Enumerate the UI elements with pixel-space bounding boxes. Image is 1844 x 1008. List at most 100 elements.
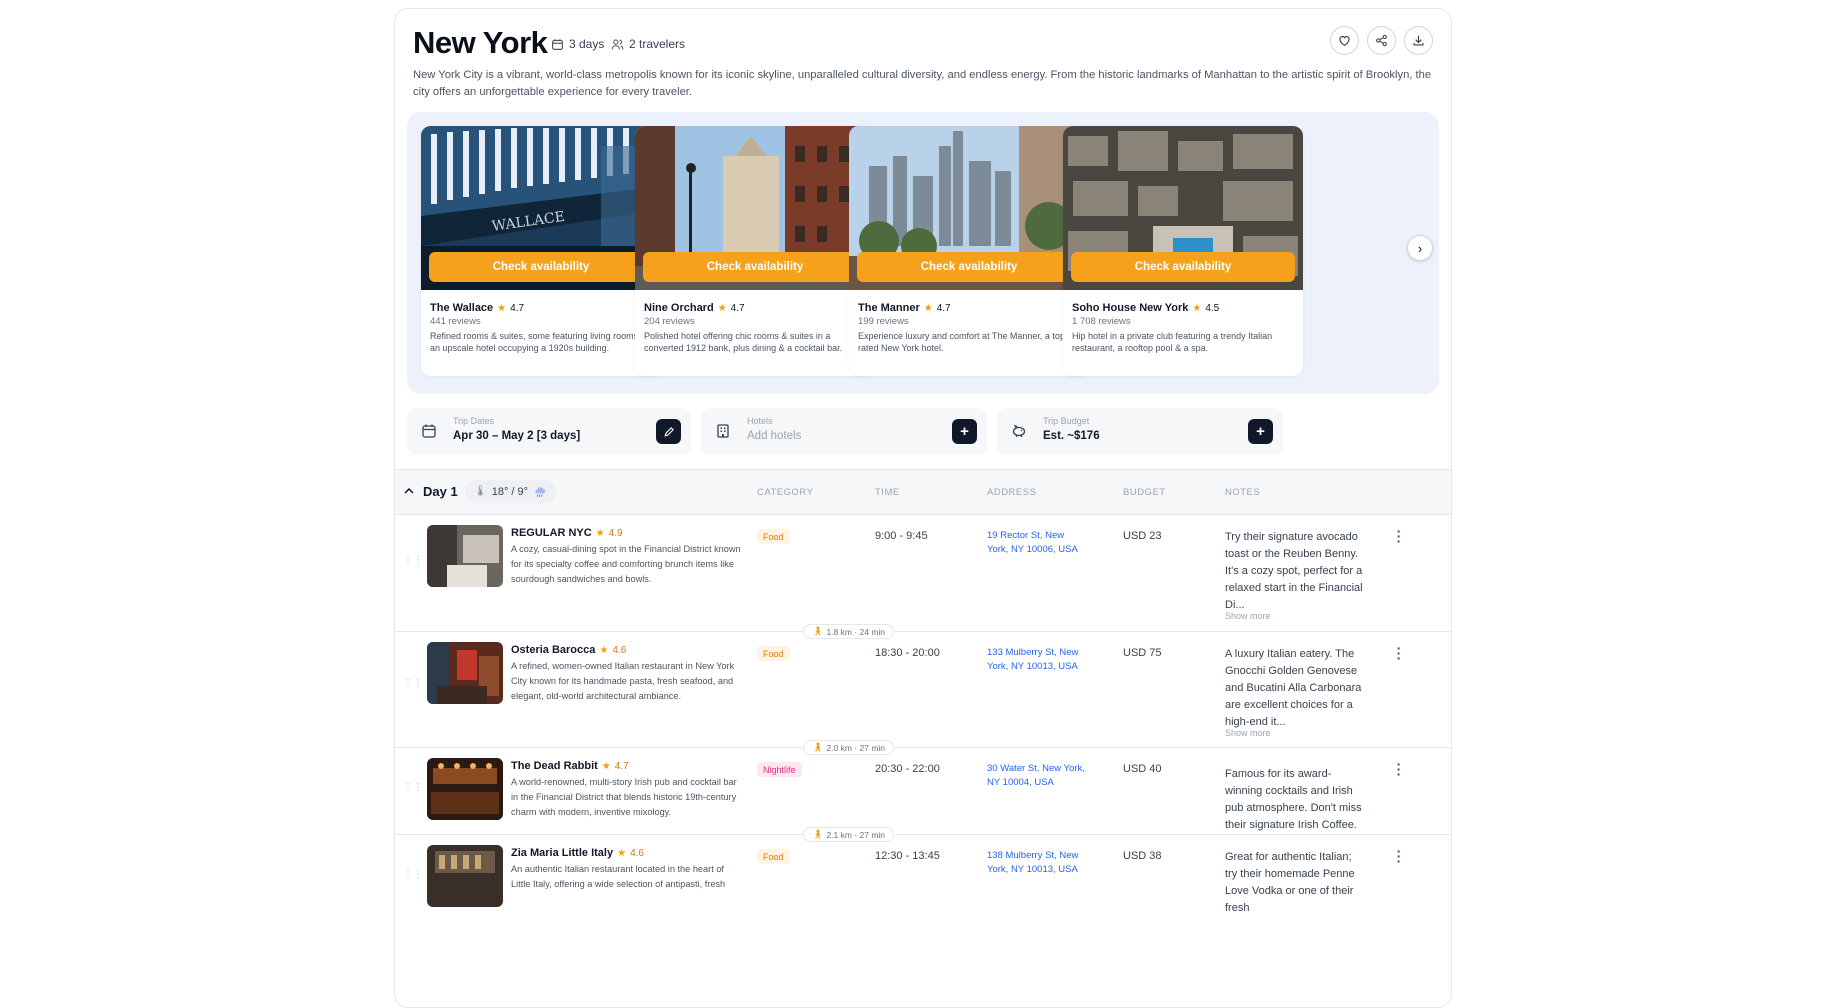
activity-time[interactable]: 18:30 - 20:00: [875, 647, 940, 659]
hotel-card[interactable]: Check availability Nine Orchard ★ 4.7 204 …: [635, 126, 875, 376]
activity-rating: 4.6: [630, 847, 644, 859]
hotels-label: Hotels: [747, 416, 773, 426]
activity-time[interactable]: 12:30 - 13:45: [875, 850, 940, 862]
hotels-box[interactable]: Hotels Add hotels +: [701, 408, 987, 455]
activity-address-link[interactable]: 19 Rector St, New York, NY 10006, USA: [987, 529, 1087, 557]
activity-notes: Famous for its award-winning cocktails a…: [1225, 768, 1362, 831]
hotel-reviews: 441 reviews: [430, 316, 481, 327]
building-icon: [717, 424, 729, 438]
plus-icon: +: [1256, 423, 1265, 440]
hotel-card[interactable]: Check availability The Manner ★ 4.7 199 re…: [849, 126, 1089, 376]
carousel-next-button[interactable]: ›: [1407, 235, 1433, 261]
table-row[interactable]: ⋮⋮ Zia Maria Little Italy ★ 4.6 An authent…: [395, 835, 1451, 955]
activity-name: REGULAR NYC ★ 4.9: [511, 527, 623, 539]
edit-dates-button[interactable]: [656, 419, 681, 444]
activity-time[interactable]: 9:00 - 9:45: [875, 530, 928, 542]
activity-budget[interactable]: USD 38: [1123, 850, 1162, 862]
download-button[interactable]: [1404, 26, 1433, 55]
more-options-icon[interactable]: · · ·: [1395, 757, 1403, 781]
check-availability-button[interactable]: Check availability: [643, 252, 867, 282]
activity-description: An authentic Italian restaurant located …: [511, 864, 726, 889]
pencil-icon: [663, 426, 674, 437]
trip-days: 3 days: [551, 37, 604, 51]
activity-budget[interactable]: USD 23: [1123, 530, 1162, 542]
hotel-rating: 4.5: [1205, 302, 1220, 314]
activity-name-text: Zia Maria Little Italy: [511, 847, 614, 859]
more-options-icon[interactable]: · · ·: [1395, 524, 1403, 548]
share-button[interactable]: [1367, 26, 1396, 55]
more-options-icon[interactable]: · · ·: [1395, 641, 1403, 665]
show-more-link[interactable]: Show more: [1225, 611, 1271, 621]
hotel-rating: 4.7: [936, 302, 951, 314]
check-availability-button[interactable]: Check availability: [429, 252, 653, 282]
activity-photo: [427, 525, 503, 587]
plus-icon: +: [960, 423, 969, 440]
add-hotel-button[interactable]: +: [952, 419, 977, 444]
star-icon: ★: [595, 527, 605, 539]
day-header[interactable]: Day 1 🌡︎ 18° / 9° CATEGORY TIME ADDRESS …: [395, 469, 1451, 515]
activity-notes: A luxury Italian eatery. The Gnocchi Gol…: [1225, 648, 1362, 728]
chevron-right-icon: ›: [1417, 240, 1423, 256]
activity-rating: 4.7: [614, 760, 629, 772]
chevron-up-icon[interactable]: [403, 485, 415, 497]
hotel-description: Hip hotel in a private club featuring a …: [1072, 331, 1273, 353]
favorite-button[interactable]: [1330, 26, 1359, 55]
category-badge: Food: [757, 646, 790, 661]
hotel-name: Soho House New York ★ 4.5: [1072, 302, 1219, 314]
add-budget-button[interactable]: +: [1248, 419, 1273, 444]
drag-handle-icon[interactable]: ⋮⋮: [403, 870, 423, 880]
activity-name: Zia Maria Little Italy ★ 4.6: [511, 847, 644, 859]
star-icon: ★: [599, 644, 609, 656]
more-options-icon[interactable]: · · ·: [1395, 844, 1403, 868]
trip-travelers: 2 travelers: [611, 37, 685, 51]
show-more-link[interactable]: Show more: [1225, 728, 1271, 738]
drag-handle-icon[interactable]: ⋮⋮: [403, 679, 423, 689]
hotel-carousel: WALLACE Check availability The Wallace ★ 4…: [407, 112, 1439, 394]
column-header-address: ADDRESS: [987, 487, 1037, 498]
hotel-rating: 4.7: [510, 302, 525, 314]
heart-icon: [1339, 36, 1350, 47]
activity-address-link[interactable]: 133 Mulberry St, New York, NY 10013, USA: [987, 646, 1087, 674]
activity-notes: Try their signature avocado toast or the…: [1225, 531, 1363, 611]
activity-time[interactable]: 20:30 - 22:00: [875, 763, 940, 775]
star-icon: ★: [923, 302, 933, 314]
table-row[interactable]: ⋮⋮ REGULAR NYC ★ 4.9 A cozy, casual-dining…: [395, 515, 1451, 632]
check-availability-button[interactable]: Check availability: [1071, 252, 1295, 282]
activity-notes: Great for authentic Italian; try their h…: [1225, 851, 1355, 914]
activity-budget[interactable]: USD 75: [1123, 647, 1162, 659]
check-availability-button[interactable]: Check availability: [857, 252, 1081, 282]
weather-badge: 🌡︎ 18° / 9°: [465, 480, 557, 503]
table-row[interactable]: ⋮⋮ Osteria Barocca ★ 4.6 A refined, women-…: [395, 632, 1451, 748]
trip-dates-box[interactable]: Trip Dates Apr 30 – May 2 [3 days]: [407, 408, 691, 455]
trip-dates-label: Trip Dates: [453, 416, 495, 426]
hotel-reviews: 199 reviews: [858, 316, 909, 327]
activity-name: Osteria Barocca ★ 4.6: [511, 644, 626, 656]
hotel-card[interactable]: WALLACE Check availability The Wallace ★ 4…: [421, 126, 661, 376]
activity-address-link[interactable]: 30 Water St, New York, NY 10004, USA: [987, 762, 1087, 790]
star-icon: ★: [1192, 302, 1202, 314]
drag-handle-icon[interactable]: ⋮⋮: [403, 783, 423, 793]
table-row[interactable]: ⋮⋮ The Dead Rabbit ★ 4.7 A world-renowned,…: [395, 748, 1451, 835]
activity-rating: 4.9: [608, 527, 623, 539]
calendar-icon: [552, 38, 563, 50]
trip-dates-value: Apr 30 – May 2 [3 days]: [453, 430, 581, 442]
activity-photo: [427, 845, 503, 907]
hotel-name: The Manner ★ 4.7: [858, 302, 951, 314]
rain-cloud-icon: [535, 486, 546, 497]
thermometer-icon: 🌡︎: [474, 486, 487, 497]
hotel-description: Polished hotel offering chic rooms & sui…: [644, 331, 843, 353]
star-icon: ★: [601, 760, 611, 772]
activity-address-link[interactable]: 138 Mulberry St, New York, NY 10013, USA: [987, 849, 1087, 877]
activity-budget[interactable]: USD 40: [1123, 763, 1162, 775]
category-badge: Food: [757, 849, 790, 864]
trip-budget-box[interactable]: Trip Budget Est. ~$176 +: [997, 408, 1283, 455]
trip-budget-label: Trip Budget: [1043, 416, 1090, 426]
category-badge: Nightlife: [757, 762, 802, 777]
hotel-name: Nine Orchard ★ 4.7: [644, 302, 745, 314]
trip-days-label: 3 days: [569, 37, 605, 51]
hotel-card[interactable]: Check availability Soho House New York ★ 4…: [1063, 126, 1303, 376]
activity-description: A refined, women-owned Italian restauran…: [511, 661, 735, 701]
drag-handle-icon[interactable]: ⋮⋮: [403, 556, 423, 566]
hotel-name: The Wallace ★ 4.7: [430, 302, 524, 314]
star-icon: ★: [617, 847, 627, 859]
